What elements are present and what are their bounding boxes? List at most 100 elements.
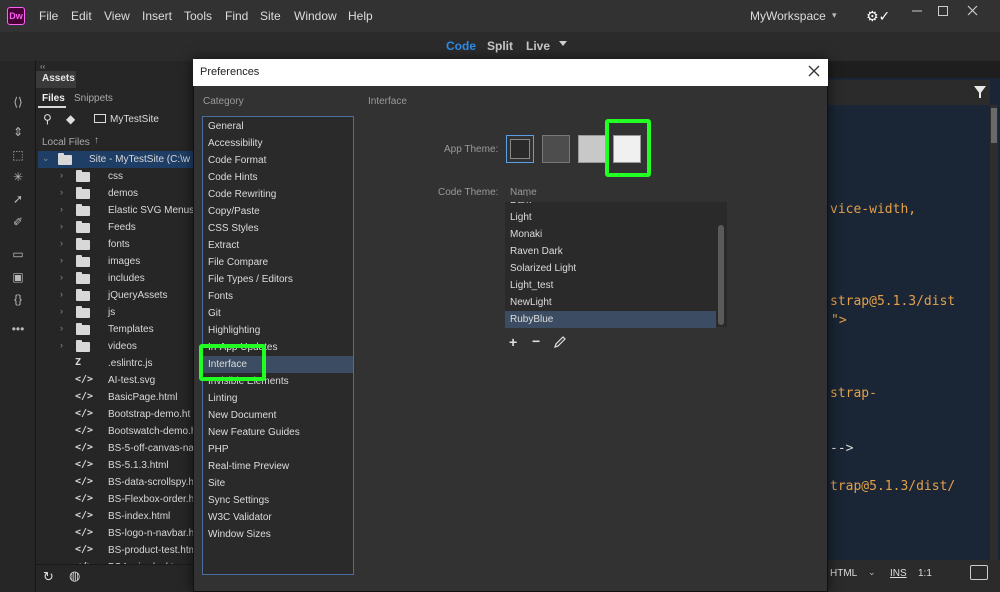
tree-site-root[interactable]: ⌄ Site - MyTestSite (C:\w <box>40 151 194 168</box>
tree-file-row[interactable]: </> BS-5.1.3.html <box>40 457 194 474</box>
category-item[interactable]: New Feature Guides <box>203 424 353 441</box>
snippet-icon[interactable]: ▣ <box>10 270 26 284</box>
tree-file-row[interactable]: </> BasicPage.html <box>40 389 194 406</box>
tree-file-row[interactable]: </> BS-Flexbox-order.ht <box>40 491 194 508</box>
category-item[interactable]: Site <box>203 475 353 492</box>
chevron-right-icon[interactable]: › <box>60 306 63 316</box>
inspect-icon[interactable]: ➚ <box>10 192 26 206</box>
chevron-right-icon[interactable]: › <box>60 170 63 180</box>
menu-window[interactable]: Window <box>294 9 337 23</box>
minimize-icon[interactable] <box>906 3 928 19</box>
chevron-right-icon[interactable]: › <box>60 187 63 197</box>
edit-pencil-icon[interactable] <box>553 335 567 349</box>
tree-file-row[interactable]: </> Bootstrap-demo.ht <box>40 406 194 423</box>
tree-file-row[interactable]: </> BS-data-scrollspy.ht <box>40 474 194 491</box>
code-theme-item[interactable]: Light <box>505 209 716 226</box>
category-item[interactable]: Fonts <box>203 288 353 305</box>
sort-up-icon[interactable]: ↑ <box>94 135 99 146</box>
comment-icon[interactable]: ▭ <box>10 247 26 261</box>
category-item[interactable]: Linting <box>203 390 353 407</box>
wrap-tag-icon[interactable]: ✳ <box>10 170 26 184</box>
chevron-right-icon[interactable]: › <box>60 255 63 265</box>
chevron-down-icon[interactable]: ⌄ <box>42 153 50 164</box>
globe-icon[interactable]: ◍ <box>69 568 80 584</box>
menu-tools[interactable]: Tools <box>184 9 212 23</box>
category-item[interactable]: Real-time Preview <box>203 458 353 475</box>
view-live-button[interactable]: Live <box>526 39 550 53</box>
chevron-down-icon[interactable]: ⌄ <box>868 567 876 578</box>
chevron-right-icon[interactable]: › <box>60 204 63 214</box>
category-item[interactable]: PHP <box>203 441 353 458</box>
menu-view[interactable]: View <box>104 9 130 23</box>
category-item[interactable]: Window Sizes <box>203 526 353 543</box>
chevron-right-icon[interactable]: › <box>60 272 63 282</box>
workspace-switcher[interactable]: MyWorkspace <box>750 9 826 23</box>
theme-dark-swatch[interactable] <box>542 135 570 163</box>
category-item[interactable]: General <box>203 118 353 135</box>
view-code-button[interactable]: Code <box>446 39 476 53</box>
tree-file-row[interactable]: </> BS-5-off-canvas-nav <box>40 440 194 457</box>
category-item[interactable]: Highlighting <box>203 322 353 339</box>
category-item[interactable]: Code Format <box>203 152 353 169</box>
code-scrollbar-thumb[interactable] <box>991 108 997 143</box>
tree-folder-row[interactable]: › Elastic SVG Menus <box>40 202 194 219</box>
view-dropdown-icon[interactable] <box>559 41 567 46</box>
tab-assets[interactable]: Assets <box>36 71 76 88</box>
category-item[interactable]: Code Rewriting <box>203 186 353 203</box>
tree-folder-row[interactable]: › Feeds <box>40 219 194 236</box>
brackets-icon[interactable]: {} <box>10 292 26 306</box>
chevron-right-icon[interactable]: › <box>60 238 63 248</box>
chevron-right-icon[interactable]: › <box>60 323 63 333</box>
category-item[interactable]: Sync Settings <box>203 492 353 509</box>
tree-folder-row[interactable]: › includes <box>40 270 194 287</box>
tree-file-row[interactable]: </> BS-product-test.htm <box>40 542 194 559</box>
menu-insert[interactable]: Insert <box>142 9 172 23</box>
menu-edit[interactable]: Edit <box>71 9 92 23</box>
code-theme-item[interactable]: Solarized Light <box>505 260 716 277</box>
category-item[interactable]: Extract <box>203 237 353 254</box>
theme-light-swatch[interactable] <box>578 135 606 163</box>
format-icon[interactable]: ✐ <box>10 215 26 229</box>
category-item[interactable]: W3C Validator <box>203 509 353 526</box>
tree-folder-row[interactable]: › css <box>40 168 194 185</box>
collapse-panel-icon[interactable]: ‹‹ <box>40 62 45 71</box>
menu-site[interactable]: Site <box>260 9 281 23</box>
chevron-right-icon[interactable]: › <box>60 221 63 231</box>
category-item[interactable]: Accessibility <box>203 135 353 152</box>
menu-file[interactable]: File <box>39 9 58 23</box>
tree-folder-row[interactable]: › demos <box>40 185 194 202</box>
tree-folder-row[interactable]: › js <box>40 304 194 321</box>
tree-folder-row[interactable]: › videos <box>40 338 194 355</box>
code-scrollbar[interactable] <box>990 105 998 560</box>
code-theme-item[interactable]: NewLight <box>505 294 716 311</box>
category-item[interactable]: Git <box>203 305 353 322</box>
code-view-icon[interactable]: ⟨⟩ <box>10 95 26 109</box>
site-setup-icon[interactable]: ⚲ <box>43 112 52 126</box>
sync-settings-icon[interactable]: ⚙✓ <box>866 8 890 25</box>
tab-snippets[interactable]: Snippets <box>74 93 113 104</box>
category-item[interactable]: File Compare <box>203 254 353 271</box>
category-item[interactable]: File Types / Editors <box>203 271 353 288</box>
close-icon[interactable] <box>806 63 822 79</box>
view-split-button[interactable]: Split <box>487 39 513 53</box>
git-icon[interactable]: ◆ <box>66 112 75 126</box>
expand-icon[interactable]: ⇕ <box>10 125 26 139</box>
menu-find[interactable]: Find <box>225 9 248 23</box>
theme-darkest-swatch[interactable] <box>506 135 534 163</box>
tree-file-row[interactable]: </> BS-logo-n-navbar.htr <box>40 525 194 542</box>
tree-folder-row[interactable]: › jQueryAssets <box>40 287 194 304</box>
close-window-icon[interactable] <box>962 3 984 19</box>
chevron-down-icon[interactable]: ▾ <box>832 10 837 21</box>
refresh-icon[interactable]: ↻ <box>43 569 54 585</box>
tree-folder-row[interactable]: › fonts <box>40 236 194 253</box>
site-selector[interactable]: MyTestSite <box>110 114 159 125</box>
document-type-select[interactable]: HTML <box>830 568 857 579</box>
category-item[interactable]: Code Hints <box>203 169 353 186</box>
tree-file-row[interactable]: </> Bootswatch-demo.h <box>40 423 194 440</box>
tree-file-row[interactable]: Z .eslintrc.js <box>40 355 194 372</box>
preview-icon[interactable] <box>970 565 988 580</box>
category-item[interactable]: CSS Styles <box>203 220 353 237</box>
code-theme-item[interactable]: Raven Dark <box>505 243 716 260</box>
add-theme-button[interactable]: + <box>509 334 517 350</box>
select-tag-icon[interactable]: ⬚ <box>10 148 26 162</box>
